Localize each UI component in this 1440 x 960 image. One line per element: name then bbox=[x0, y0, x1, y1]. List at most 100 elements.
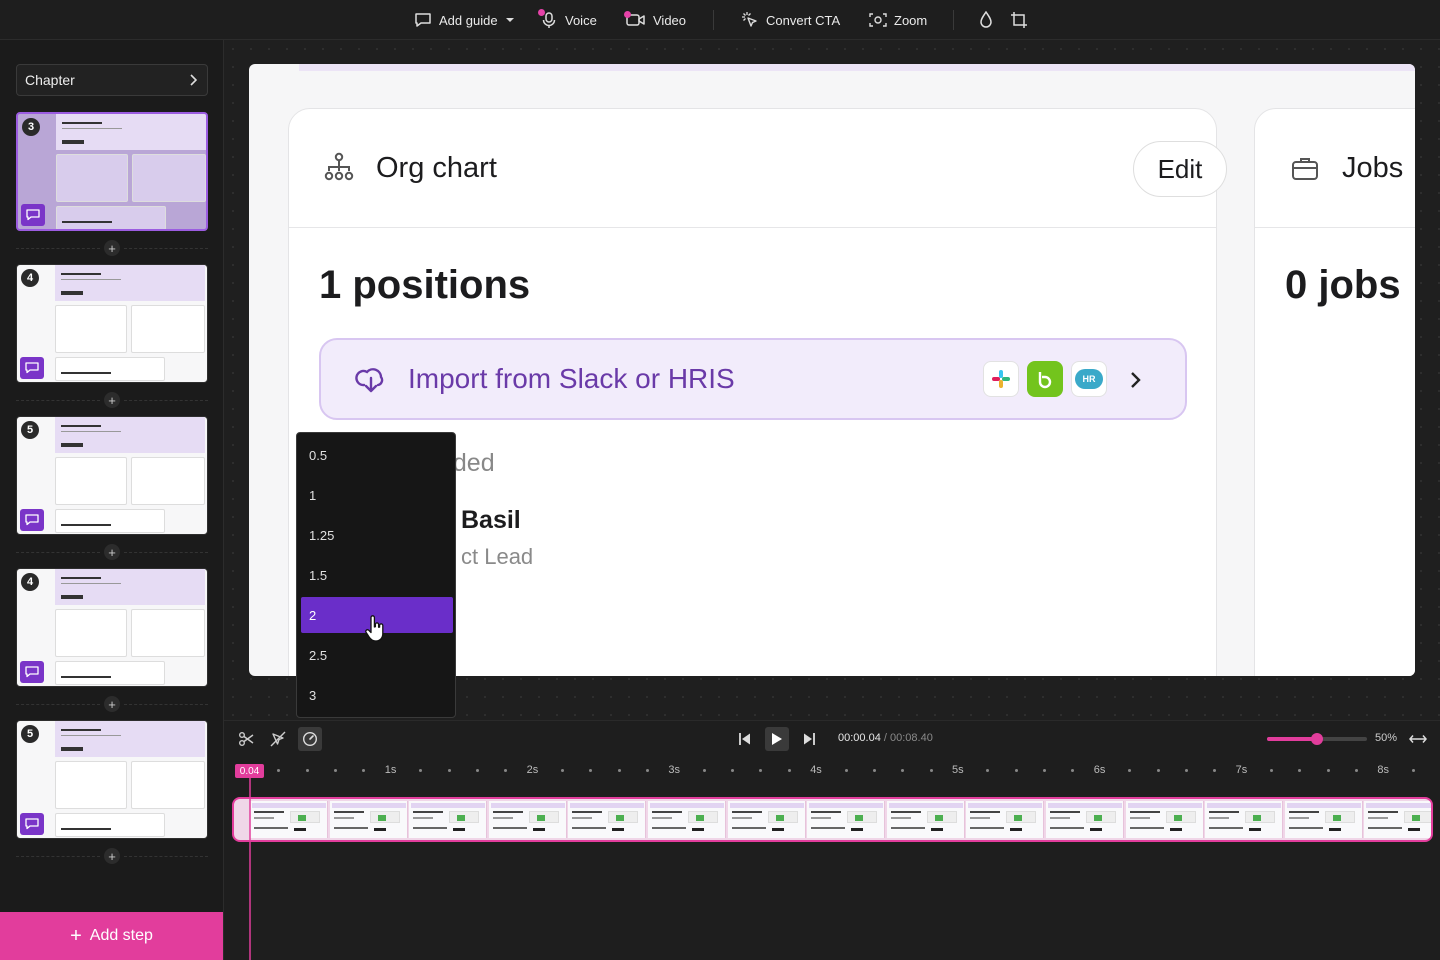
top-toolbar: Add guide Voice Video Convert CTA Zoom bbox=[0, 0, 1440, 40]
chapter-label: Chapter bbox=[25, 72, 75, 88]
thumbnail-preview bbox=[55, 721, 205, 757]
ruler-label: 6s bbox=[1093, 764, 1106, 776]
voice-label: Voice bbox=[565, 12, 597, 28]
step-number: 5 bbox=[21, 725, 39, 743]
clip-frame bbox=[727, 801, 806, 838]
voice-button[interactable]: Voice bbox=[538, 0, 597, 40]
ruler-tick bbox=[419, 769, 423, 772]
ruler-tick bbox=[334, 769, 338, 772]
insert-divider bbox=[124, 856, 208, 857]
ruler-label: 8s bbox=[1377, 764, 1390, 776]
clip-frame bbox=[1205, 801, 1284, 838]
edit-button[interactable]: Edit bbox=[1133, 141, 1227, 197]
ruler-tick bbox=[1071, 769, 1075, 772]
thumbnail-preview bbox=[55, 265, 205, 301]
zoom-label: Zoom bbox=[894, 12, 928, 28]
step-thumbnail[interactable]: 5 bbox=[16, 416, 208, 535]
guide-bubble-icon bbox=[415, 13, 431, 27]
skip-back-button[interactable] bbox=[733, 727, 757, 751]
insert-step-button[interactable]: + bbox=[104, 848, 120, 864]
speed-option[interactable]: 3 bbox=[301, 677, 453, 713]
chat-bubble-icon bbox=[20, 661, 44, 683]
ruler-tick bbox=[1156, 769, 1160, 772]
add-guide-button[interactable]: Add guide bbox=[414, 0, 515, 40]
playhead-label[interactable]: 0.04 bbox=[235, 764, 264, 778]
card-divider bbox=[289, 227, 1216, 228]
step-thumbnail[interactable]: 4 bbox=[16, 264, 208, 383]
video-camera-icon bbox=[624, 11, 646, 27]
speedometer-icon bbox=[302, 731, 318, 747]
video-clip-track[interactable] bbox=[232, 797, 1433, 842]
slack-logo-icon bbox=[983, 361, 1019, 397]
zoom-button[interactable]: Zoom bbox=[869, 0, 927, 40]
ruler-tick bbox=[1355, 769, 1359, 772]
ruler-tick bbox=[702, 769, 706, 772]
convert-cta-label: Convert CTA bbox=[766, 12, 841, 28]
bamboohr-logo-icon bbox=[1027, 361, 1063, 397]
insert-step-button[interactable]: + bbox=[104, 392, 120, 408]
step-thumbnail[interactable]: 5 bbox=[16, 720, 208, 839]
cloud-download-icon bbox=[355, 368, 384, 393]
fit-timeline-button[interactable] bbox=[1406, 727, 1430, 751]
ruler-tick bbox=[929, 769, 933, 772]
video-button[interactable]: Video bbox=[624, 0, 686, 40]
import-banner[interactable]: Import from Slack or HRIS HR bbox=[319, 338, 1187, 420]
timeline-zoom-slider[interactable] bbox=[1267, 733, 1367, 745]
ruler-tick bbox=[986, 769, 990, 772]
chat-bubble-icon bbox=[20, 509, 44, 531]
playback-speed-button[interactable] bbox=[298, 727, 322, 751]
step-number: 4 bbox=[21, 269, 39, 287]
zoom-slider-handle[interactable] bbox=[1311, 733, 1323, 745]
playhead-line[interactable] bbox=[249, 778, 251, 960]
crop-button[interactable] bbox=[1010, 0, 1028, 40]
zoom-percent: 50% bbox=[1375, 732, 1398, 744]
clip-frame bbox=[1046, 801, 1124, 838]
speed-option[interactable]: 1.5 bbox=[301, 557, 453, 593]
ruler-tick bbox=[1184, 769, 1188, 772]
insert-divider bbox=[16, 400, 100, 401]
insert-step-button[interactable]: + bbox=[104, 544, 120, 560]
skip-forward-button[interactable] bbox=[797, 727, 821, 751]
total-time: / 00:08.40 bbox=[880, 732, 933, 744]
chat-bubble-icon bbox=[21, 204, 45, 226]
speed-option[interactable]: 1.25 bbox=[301, 517, 453, 553]
insert-divider bbox=[124, 704, 208, 705]
ruler-tick bbox=[1411, 769, 1415, 772]
speed-option[interactable]: 1 bbox=[301, 477, 453, 513]
step-thumbnail[interactable]: 3 bbox=[16, 112, 208, 231]
step-thumbnail[interactable]: 4 bbox=[16, 568, 208, 687]
positions-count: 1 positions bbox=[319, 263, 531, 307]
background-drop-button[interactable] bbox=[978, 0, 994, 40]
org-chart-title: Org chart bbox=[376, 152, 497, 184]
ruler-tick bbox=[787, 769, 791, 772]
hide-cursor-button[interactable] bbox=[266, 727, 290, 751]
speed-option[interactable]: 0.5 bbox=[301, 437, 453, 473]
preview-top-strip bbox=[299, 64, 1415, 71]
ruler-label: 7s bbox=[1235, 764, 1248, 776]
ruler-label: 5s bbox=[952, 764, 964, 776]
clip-frame bbox=[488, 801, 567, 838]
current-time: 00:00.04 bbox=[838, 732, 881, 744]
chat-bubble-icon bbox=[20, 357, 44, 379]
convert-cta-button[interactable]: Convert CTA bbox=[741, 0, 840, 40]
chevron-right-icon bbox=[190, 74, 197, 86]
play-button[interactable] bbox=[765, 727, 789, 751]
playback-speed-menu: 0.5 1 1.25 1.5 2 2.5 3 bbox=[296, 432, 456, 718]
toolbar-divider bbox=[953, 10, 954, 30]
ruler-label: 4s bbox=[810, 764, 822, 776]
split-button[interactable] bbox=[234, 727, 258, 751]
ruler-tick bbox=[589, 769, 593, 772]
chapter-selector[interactable]: Chapter bbox=[16, 64, 208, 96]
add-step-button[interactable]: + Add step bbox=[0, 912, 223, 960]
clip-frame bbox=[966, 801, 1045, 838]
insert-step-button[interactable]: + bbox=[104, 696, 120, 712]
ruler-tick bbox=[1213, 769, 1217, 772]
clip-frame bbox=[1125, 801, 1204, 838]
ruler-tick bbox=[901, 769, 905, 772]
crop-icon bbox=[1011, 12, 1027, 28]
add-guide-label: Add guide bbox=[439, 12, 498, 28]
drop-icon bbox=[980, 11, 992, 28]
chevron-down-icon bbox=[505, 18, 514, 22]
jobs-title: Jobs bbox=[1342, 152, 1404, 184]
insert-step-button[interactable]: + bbox=[104, 240, 120, 256]
